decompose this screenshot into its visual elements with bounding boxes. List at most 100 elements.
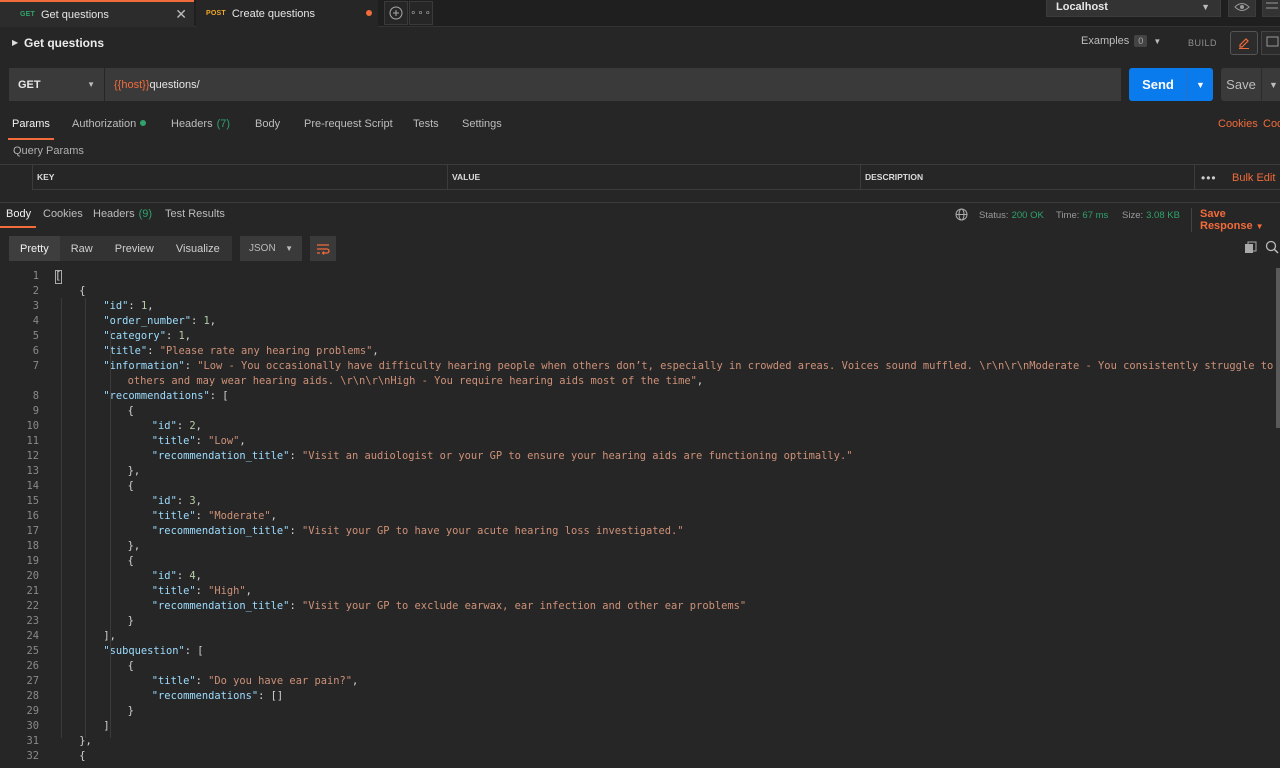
line-number: 31 — [26, 735, 39, 747]
code-line: "information": "Low - You occasionally h… — [103, 360, 1280, 372]
tab-authorization[interactable]: Authorization — [72, 118, 147, 130]
bulk-edit-link[interactable]: Bulk Edit — [1232, 172, 1275, 184]
code-line: }, — [128, 540, 141, 552]
build-mode-label[interactable]: BUILD — [1188, 38, 1217, 48]
comment-icon — [1266, 36, 1279, 47]
indent-guide — [61, 298, 63, 738]
line-number: 15 — [26, 495, 39, 507]
tab-headers[interactable]: Headers (7) — [171, 118, 230, 130]
code-token: , — [195, 570, 202, 582]
code-line: "title": "Do you have ear pain?", — [152, 675, 358, 687]
environment-select[interactable]: Localhost ▼ — [1046, 0, 1221, 17]
tab-label: Headers — [171, 118, 213, 130]
code-line: { — [79, 285, 85, 297]
tab-pre-request-script[interactable]: Pre-request Script — [304, 118, 393, 130]
save-options-button[interactable]: ▼ — [1261, 68, 1280, 101]
more-options-icon[interactable]: ••• — [1201, 171, 1217, 185]
line-number: 8 — [32, 390, 39, 402]
code-token: "Moderate" — [208, 510, 271, 522]
url-input[interactable]: {{host}} questions/ — [105, 68, 1121, 101]
time-value: 67 ms — [1082, 210, 1109, 221]
code-token: "High" — [208, 585, 246, 597]
column-header-key: KEY — [32, 165, 447, 190]
response-body-editor[interactable]: 1[2{3 "id": 1, 4 "order_number": 1, 5 "catego… — [0, 268, 1280, 768]
editor-scrollbar[interactable] — [1276, 268, 1280, 428]
line-number: 9 — [32, 405, 39, 417]
view-preview-button[interactable]: Preview — [104, 236, 165, 261]
copy-icon[interactable] — [1244, 241, 1257, 254]
code-token: } — [127, 705, 134, 717]
code-token: "recommendations" — [103, 390, 210, 402]
code-token: "recommendation_title" — [151, 450, 290, 462]
response-tab-headers[interactable]: Headers (9) — [93, 208, 152, 220]
cookies-link[interactable]: Cookies — [1218, 118, 1258, 130]
line-number: 30 — [26, 720, 39, 732]
line-number: 17 — [26, 525, 39, 537]
code-token: { — [127, 480, 134, 492]
response-tab-test-results[interactable]: Test Results — [165, 208, 225, 220]
response-tabs: Body Cookies Headers (9) Test Results Sta… — [0, 202, 1280, 232]
headers-count: (9) — [138, 208, 153, 220]
time-readout[interactable]: Time: 67 ms — [1056, 210, 1108, 221]
manage-environments-button[interactable] — [1262, 0, 1280, 17]
send-options-button[interactable]: ▼ — [1187, 68, 1213, 101]
code-line: "category": 1, — [103, 330, 191, 342]
time-label: Time: — [1056, 210, 1080, 221]
tab-body[interactable]: Body — [255, 118, 280, 130]
line-number: 21 — [26, 585, 39, 597]
request-name[interactable]: Get questions — [24, 36, 104, 50]
wrap-lines-button[interactable] — [310, 236, 336, 261]
tab-get-questions[interactable]: GET Get questions ✕ — [0, 0, 194, 27]
save-button[interactable]: Save ▼ — [1221, 68, 1280, 101]
line-number: 23 — [26, 615, 39, 627]
environment-quick-look-button[interactable] — [1228, 0, 1256, 17]
tab-tests[interactable]: Tests — [413, 118, 439, 130]
code-token: : — [195, 585, 209, 597]
edit-button[interactable] — [1230, 31, 1258, 55]
code-token: others and may wear hearing aids. \r\n\r… — [127, 375, 697, 387]
indent-guide — [85, 298, 87, 738]
response-tab-body[interactable]: Body — [6, 208, 31, 220]
code-token: "subquestion" — [103, 645, 185, 657]
code-line: "subquestion": [ — [103, 645, 203, 657]
code-token: : — [184, 360, 198, 372]
http-method-select[interactable]: GET ▼ — [9, 68, 104, 101]
view-mode-group: Pretty Raw Preview Visualize — [9, 236, 232, 261]
code-line: "title": "Low", — [152, 435, 246, 447]
examples-dropdown[interactable]: Examples 0 ▼ — [1081, 35, 1161, 47]
format-select[interactable]: JSON ▼ — [240, 236, 302, 261]
code-token: : — [165, 330, 179, 342]
new-tab-button[interactable] — [384, 1, 408, 25]
caret-right-icon[interactable]: ▶ — [12, 38, 18, 47]
view-pretty-button[interactable]: Pretty — [9, 236, 60, 261]
tab-params[interactable]: Params — [12, 118, 50, 130]
code-token: }, — [127, 465, 141, 477]
response-tab-cookies[interactable]: Cookies — [43, 208, 83, 220]
code-token: "Low" — [208, 435, 240, 447]
tab-method-badge: POST — [206, 10, 226, 17]
line-number: 7 — [32, 360, 39, 372]
save-response-button[interactable]: Save Response ▼ — [1191, 208, 1280, 232]
indent-guide — [109, 330, 111, 738]
code-link[interactable]: Coc — [1263, 118, 1280, 130]
size-readout[interactable]: Size: 3.08 KB — [1122, 210, 1180, 221]
view-raw-button[interactable]: Raw — [60, 236, 104, 261]
status-readout[interactable]: Status: 200 OK — [979, 210, 1044, 221]
line-number: 26 — [26, 660, 39, 672]
more-tabs-button[interactable]: ∘∘∘ — [409, 1, 433, 25]
search-icon[interactable] — [1265, 240, 1279, 254]
code-token: : — [195, 435, 209, 447]
close-icon[interactable]: ✕ — [175, 6, 187, 23]
eye-icon — [1234, 3, 1250, 11]
more-icon: ∘∘∘ — [410, 7, 432, 19]
line-number: 4 — [32, 315, 39, 327]
send-button[interactable]: Send ▼ — [1129, 68, 1213, 101]
comments-button[interactable] — [1261, 31, 1280, 55]
tab-create-questions[interactable]: POST Create questions — [196, 0, 378, 27]
tab-settings[interactable]: Settings — [462, 118, 502, 130]
line-number: 11 — [26, 435, 39, 447]
view-visualize-button[interactable]: Visualize — [165, 236, 231, 261]
code-token: "Low - You occasionally have difficulty … — [197, 360, 1280, 372]
line-number: 22 — [26, 600, 39, 612]
globe-icon[interactable] — [955, 208, 968, 221]
